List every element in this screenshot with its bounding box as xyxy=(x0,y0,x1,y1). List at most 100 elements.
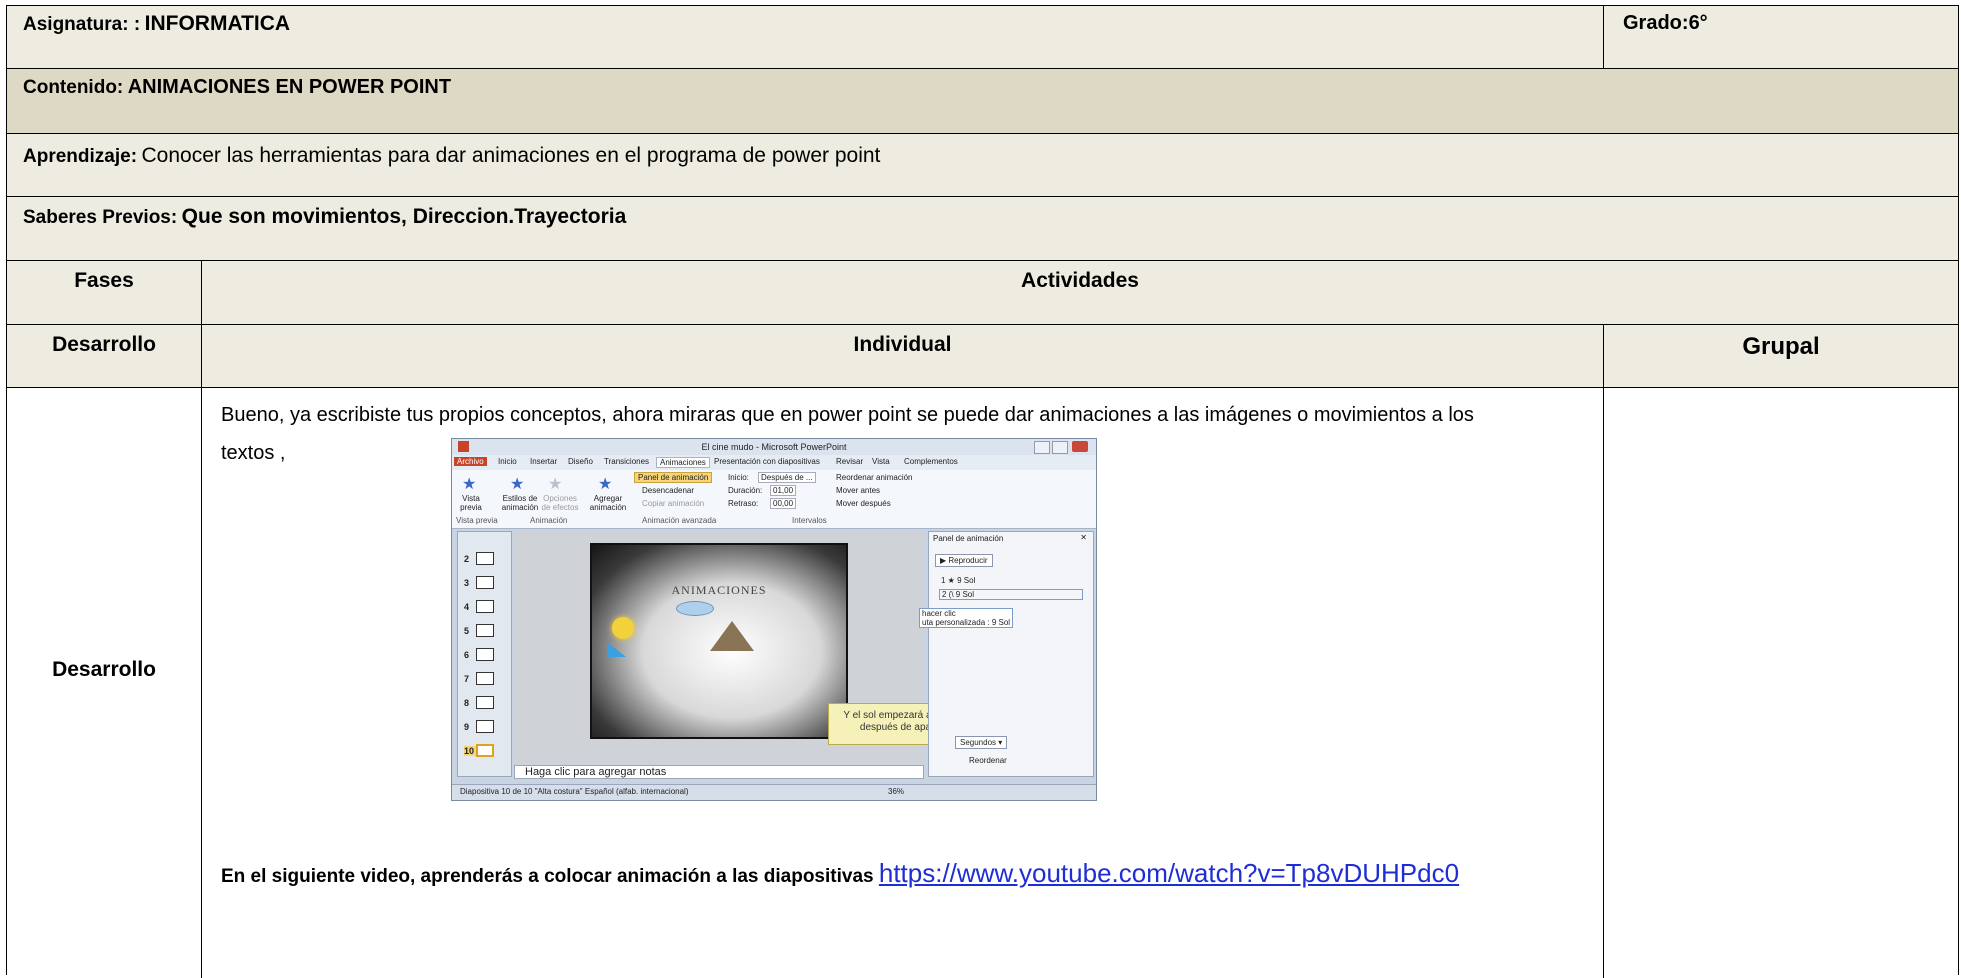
add-animation-star-icon[interactable]: ★ xyxy=(598,474,612,494)
minimize-icon[interactable] xyxy=(1034,441,1050,454)
slide-thumbnail[interactable] xyxy=(476,648,494,661)
intro-line-1: Bueno, ya escribiste tus propios concept… xyxy=(221,404,1474,426)
animation-styles-star-icon[interactable]: ★ xyxy=(510,474,524,494)
prior-value: Que son movimientos, Direccion.Trayector… xyxy=(181,205,627,228)
ribbon-desencadenar[interactable]: Desencadenar xyxy=(642,486,694,495)
learning-value: Conocer las herramientas para dar animac… xyxy=(141,144,881,167)
panel-title: Panel de animación xyxy=(933,534,1004,543)
individual-header: Individual xyxy=(853,333,952,356)
tab-diseno[interactable]: Diseño xyxy=(568,457,593,466)
phases-header-cell: Fases xyxy=(7,261,201,324)
subject-row: Asignatura: : INFORMATICA Grado:6° xyxy=(7,6,1958,69)
ribbon-tabs: Archivo Inicio Insertar Diseño Transicio… xyxy=(452,455,1096,471)
slide-thumbnail[interactable] xyxy=(476,600,494,613)
content-cell: Contenido: ANIMACIONES EN POWER POINT xyxy=(7,69,1958,133)
triangle-shape xyxy=(608,643,626,657)
tab-inicio[interactable]: Inicio xyxy=(498,457,517,466)
ribbon-inicio-label: Inicio: xyxy=(728,473,749,482)
notes-field[interactable]: Haga clic para agregar notas xyxy=(514,765,924,779)
video-link[interactable]: https://www.youtube.com/watch?v=Tp8vDUHP… xyxy=(879,858,1459,888)
tab-complementos[interactable]: Complementos xyxy=(904,457,958,466)
slide-thumbnail[interactable] xyxy=(476,576,494,589)
close-icon[interactable] xyxy=(1072,441,1088,452)
seconds-dropdown[interactable]: Segundos ▾ xyxy=(955,736,1008,749)
slide-title: ANIMACIONES xyxy=(671,583,767,597)
panel-hint-1: hacer clic xyxy=(922,609,956,618)
tab-revisar[interactable]: Revisar xyxy=(836,457,863,466)
subject-value: INFORMATICA xyxy=(144,12,291,35)
panel-close-icon[interactable]: ✕ xyxy=(1080,533,1087,542)
slide-thumbnail[interactable] xyxy=(476,696,494,709)
panel-item-2[interactable]: 2 (\ 9 Sol xyxy=(939,589,1083,600)
ribbon-vista-previa[interactable]: Vista previa xyxy=(456,494,486,512)
ribbon-copiar: Copiar animación xyxy=(642,499,705,508)
grade-label: Grado: xyxy=(1623,12,1689,34)
tab-transiciones[interactable]: Transiciones xyxy=(604,457,649,466)
ribbon-mover-despues[interactable]: Mover después xyxy=(836,499,891,508)
activities-header-cell: Actividades xyxy=(201,261,1958,324)
window-titlebar: El cine mudo - Microsoft PowerPoint xyxy=(452,439,1096,455)
slide-thumbnail[interactable] xyxy=(476,672,494,685)
tab-vista[interactable]: Vista xyxy=(872,457,890,466)
ribbon-agregar[interactable]: Agregar animación xyxy=(588,494,628,512)
tab-animaciones[interactable]: Animaciones xyxy=(656,457,710,468)
ribbon-opciones: Opciones de efectos xyxy=(541,494,579,512)
tab-insertar[interactable]: Insertar xyxy=(530,457,557,466)
prior-knowledge-row: Saberes Previos: Que son movimientos, Di… xyxy=(7,197,1958,261)
grade-value: 6° xyxy=(1688,12,1708,34)
content-value: ANIMACIONES EN POWER POINT xyxy=(127,76,452,98)
dev-header: Desarrollo xyxy=(52,333,156,356)
group-header-cell: Grupal xyxy=(1603,325,1958,387)
window-title: El cine mudo - Microsoft PowerPoint xyxy=(701,442,847,452)
ribbon-estilos[interactable]: Estilos de animación xyxy=(500,494,540,512)
zoom-level: 36% xyxy=(888,787,905,796)
ribbon: ★ Vista previa ★ Estilos de animación ★ … xyxy=(452,470,1096,529)
subject-cell: Asignatura: : INFORMATICA xyxy=(7,6,1603,68)
animation-panel: Panel de animación ✕ ▶ Reproducir 1 ★ 9 … xyxy=(919,531,1094,777)
slide-stage: ANIMACIONES Y el sol empezará a moverse … xyxy=(514,531,988,763)
learning-label: Aprendizaje: xyxy=(23,146,138,167)
slide-thumbnail[interactable] xyxy=(476,720,494,733)
prior-label: Saberes Previos: xyxy=(23,207,178,228)
mountain-icon xyxy=(710,621,754,651)
content-label: Contenido: xyxy=(23,77,124,98)
play-button[interactable]: ▶ Reproducir xyxy=(935,554,993,567)
group-animacion-avanzada: Animación avanzada xyxy=(642,516,717,525)
status-text: Diapositiva 10 de 10 "Alta costura" Espa… xyxy=(460,787,689,796)
ribbon-inicio-select[interactable]: Después de ... xyxy=(758,472,816,483)
slide-thumbnails: 2 3 4 5 6 7 8 9 10 xyxy=(457,531,512,777)
content-row: Contenido: ANIMACIONES EN POWER POINT xyxy=(7,69,1958,134)
group-intervalos: Intervalos xyxy=(792,516,827,525)
effect-options-star-icon: ★ xyxy=(548,476,563,493)
activities-header: Actividades xyxy=(1021,269,1139,292)
maximize-icon[interactable] xyxy=(1052,441,1068,454)
ribbon-mover-antes[interactable]: Mover antes xyxy=(836,486,880,495)
ribbon-panel-animacion[interactable]: Panel de animación xyxy=(634,472,713,483)
status-bar: Diapositiva 10 de 10 "Alta costura" Espa… xyxy=(452,784,1096,800)
slide-thumbnail[interactable] xyxy=(476,552,494,565)
grade-cell: Grado:6° xyxy=(1603,6,1958,68)
play-button-label: Reproducir xyxy=(948,556,988,565)
group-cell xyxy=(1603,388,1958,978)
sun-icon[interactable] xyxy=(612,617,634,639)
ribbon-retraso-label: Retraso: xyxy=(728,499,759,508)
preview-star-icon[interactable]: ★ xyxy=(462,474,476,494)
ribbon-retraso-input[interactable]: 00,00 xyxy=(770,498,797,509)
video-text: En el siguiente video, aprenderás a colo… xyxy=(221,866,874,887)
phases-header-row: Fases Actividades xyxy=(7,261,1958,325)
prior-cell: Saberes Previos: Que son movimientos, Di… xyxy=(7,197,1958,260)
slide-thumbnail-current[interactable] xyxy=(476,744,494,757)
reorder-label[interactable]: Reordenar xyxy=(969,756,1007,765)
ribbon-duracion-label: Duración: xyxy=(728,486,763,495)
cloud-icon xyxy=(676,601,714,616)
tab-archivo[interactable]: Archivo xyxy=(454,457,487,466)
ribbon-reordenar: Reordenar animación xyxy=(836,473,913,482)
slide-thumbnail[interactable] xyxy=(476,624,494,637)
panel-item-1[interactable]: 1 ★ 9 Sol xyxy=(941,576,975,585)
panel-hint-2: uta personalizada : 9 Sol xyxy=(922,618,1011,627)
ribbon-duracion-input[interactable]: 01,00 xyxy=(770,485,797,496)
tab-presentacion[interactable]: Presentación con diapositivas xyxy=(714,457,820,466)
phase-cell: Desarrollo xyxy=(7,388,201,978)
group-header: Grupal xyxy=(1742,333,1820,360)
powerpoint-screenshot: El cine mudo - Microsoft PowerPoint Arch… xyxy=(451,438,1097,801)
